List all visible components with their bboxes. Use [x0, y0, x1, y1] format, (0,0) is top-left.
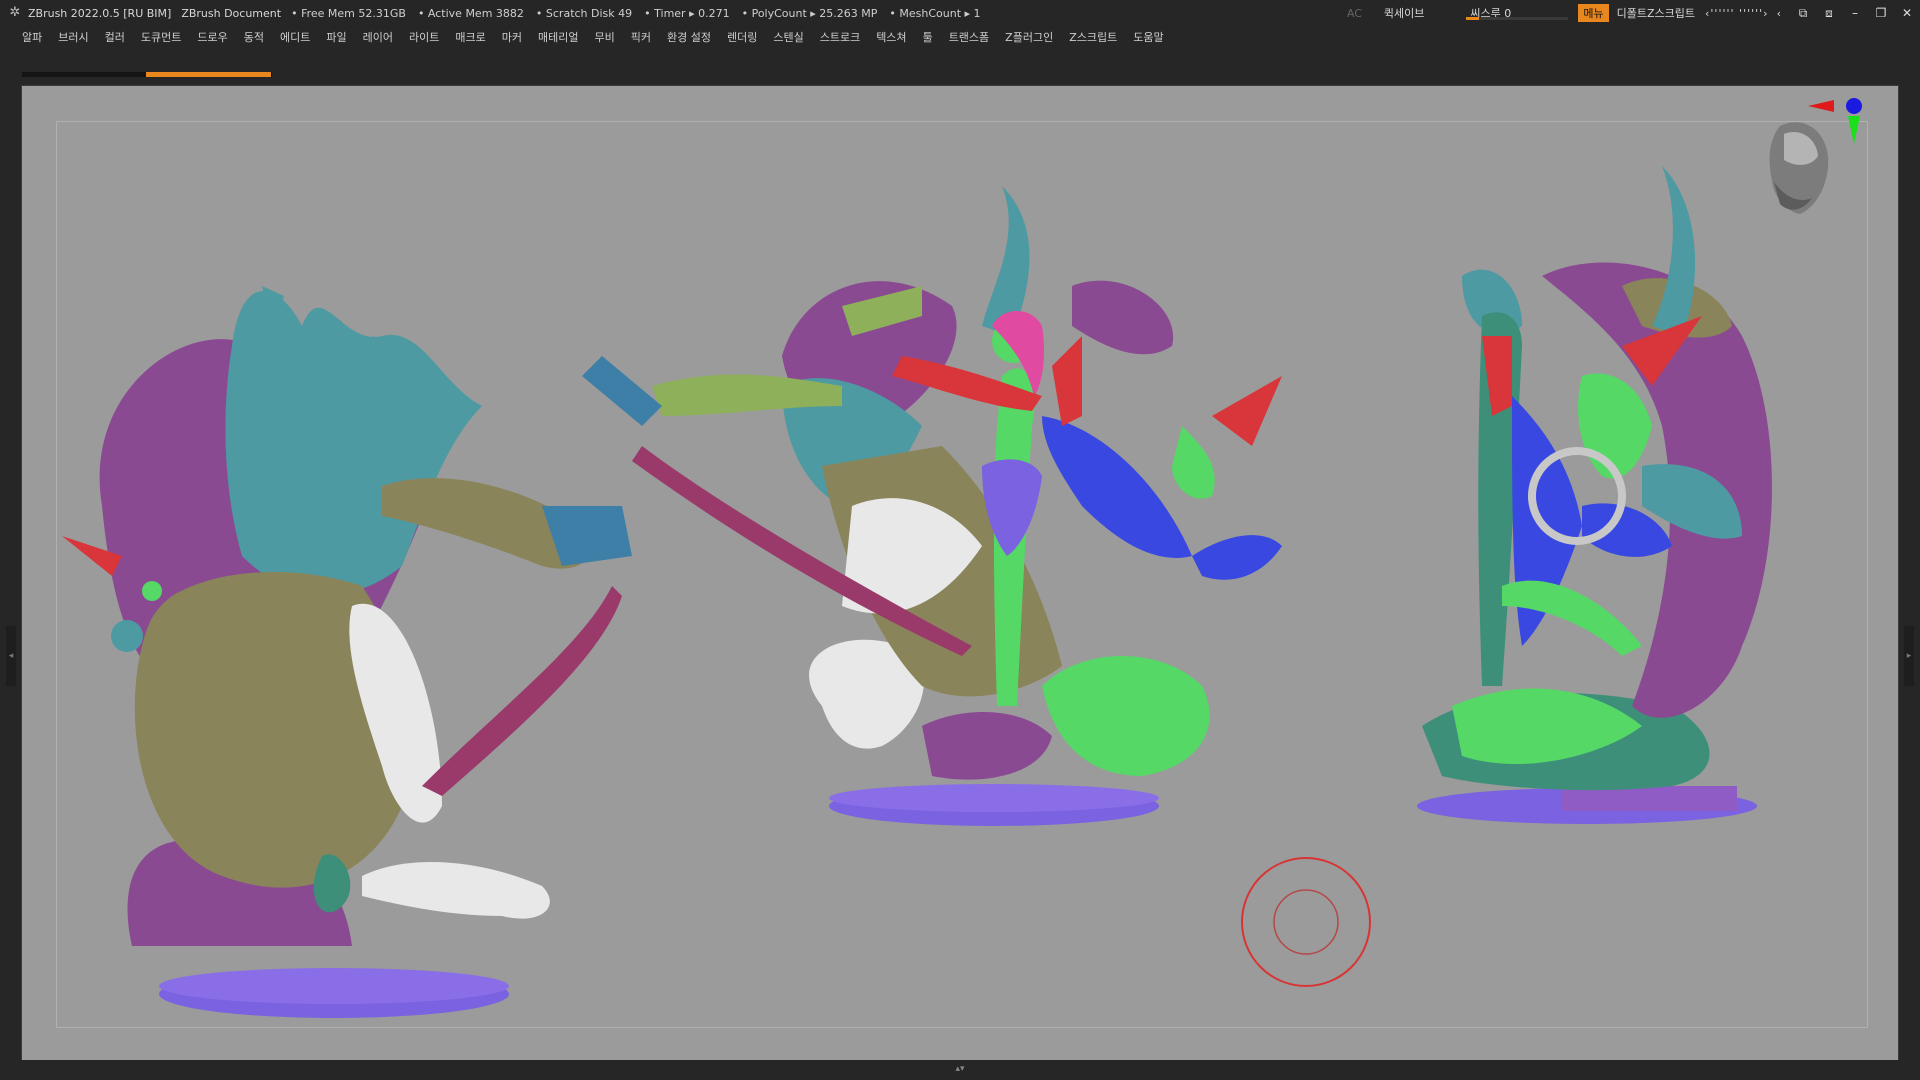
tool-strip	[0, 48, 1920, 86]
scene-render	[62, 98, 1862, 1018]
menu-button[interactable]: 메뉴	[1578, 4, 1609, 22]
menu-item[interactable]: 알파	[0, 29, 50, 45]
transpose-ring-icon[interactable]	[1241, 857, 1371, 987]
sculpt-front-view	[582, 186, 1282, 826]
zbrush-logo-icon: ✲	[9, 5, 21, 20]
see-through-slider[interactable]: 씨스루 0	[1466, 4, 1569, 22]
menu-bar: 알파 브러시 컬러 도큐먼트 드로우 동적 에디트 파일 레이어 라이트 매크로 마커 매테리얼 무비 픽커…	[0, 26, 1920, 48]
left-tray-toggle[interactable]: ◂	[6, 626, 16, 686]
menu-item[interactable]: 에디트	[272, 29, 318, 45]
meshcount-stat: • MeshCount ▸ 1	[889, 6, 981, 20]
quicksave-button[interactable]: 퀵세이브	[1384, 5, 1424, 21]
menu-item[interactable]: 도큐먼트	[133, 29, 189, 45]
ac-indicator: AC	[1346, 6, 1362, 20]
menu-item[interactable]: 무비	[586, 29, 622, 45]
close-icon[interactable]: ✕	[1894, 6, 1920, 20]
layout-alt-icon[interactable]: ⧈	[1816, 6, 1842, 21]
menu-item[interactable]: 매테리얼	[530, 29, 586, 45]
menu-item[interactable]: 트랜스폼	[941, 29, 997, 45]
progress-fill	[146, 72, 271, 77]
menu-item[interactable]: 텍스쳐	[868, 29, 914, 45]
left-tray: ◂	[0, 86, 22, 1066]
menu-item[interactable]: 렌더링	[719, 29, 765, 45]
menu-item[interactable]: 마커	[494, 29, 530, 45]
scratch-disk-stat: • Scratch Disk 49	[535, 6, 633, 20]
default-zscript-button[interactable]: 디폴트Z스크립트	[1617, 5, 1695, 21]
menu-item[interactable]: Z스크립트	[1061, 29, 1125, 45]
menu-item[interactable]: Z플러그인	[997, 29, 1061, 45]
restore-icon[interactable]: ❐	[1868, 6, 1894, 20]
menu-item[interactable]: 픽커	[623, 29, 659, 45]
app-title: ZBrush 2022.0.5 [RU BIM]	[28, 6, 172, 20]
menu-item[interactable]: 환경 설정	[659, 29, 719, 45]
layout-prev-button[interactable]: ‹	[1777, 7, 1782, 20]
right-tray: ▸	[1898, 86, 1920, 1066]
layout-icon[interactable]: ⧉	[1790, 6, 1816, 21]
menu-item[interactable]: 브러시	[50, 29, 96, 45]
viewport-canvas[interactable]	[21, 85, 1899, 1061]
see-through-fill	[1466, 17, 1479, 20]
menu-item[interactable]: 매크로	[447, 29, 493, 45]
menu-item[interactable]: 스트로크	[812, 29, 868, 45]
bottom-tray-toggle[interactable]: ▴▾	[897, 1065, 1023, 1074]
title-bar: ✲ ZBrush 2022.0.5 [RU BIM] ZBrush Docume…	[0, 0, 1920, 26]
progress-bar	[22, 72, 272, 77]
menu-item[interactable]: 툴	[915, 29, 941, 45]
menu-item[interactable]: 라이트	[401, 29, 447, 45]
menu-item[interactable]: 컬러	[97, 29, 133, 45]
menu-item[interactable]: 도움말	[1125, 29, 1171, 45]
active-mem-stat: • Active Mem 3882	[417, 6, 524, 20]
free-mem-stat: • Free Mem 52.31GB	[291, 6, 406, 20]
menu-item[interactable]: 파일	[318, 29, 354, 45]
polycount-stat: • PolyCount ▸ 25.263 MP	[741, 6, 878, 20]
sculpt-side-view	[62, 286, 632, 1018]
layout-selector[interactable]: ‹'''''' ''''''›	[1705, 7, 1769, 20]
timer-stat: • Timer ▸ 0.271	[644, 6, 730, 20]
menu-item[interactable]: 동적	[236, 29, 272, 45]
right-tray-toggle[interactable]: ▸	[1904, 626, 1914, 686]
minimize-icon[interactable]: –	[1842, 6, 1868, 20]
menu-item[interactable]: 스텐실	[765, 29, 811, 45]
document-title: ZBrush Document	[181, 6, 282, 20]
navigation-head-icon[interactable]	[1769, 122, 1829, 214]
menu-item[interactable]: 레이어	[355, 29, 401, 45]
menu-item[interactable]: 드로우	[189, 29, 235, 45]
sculpt-back-view	[1417, 166, 1772, 824]
